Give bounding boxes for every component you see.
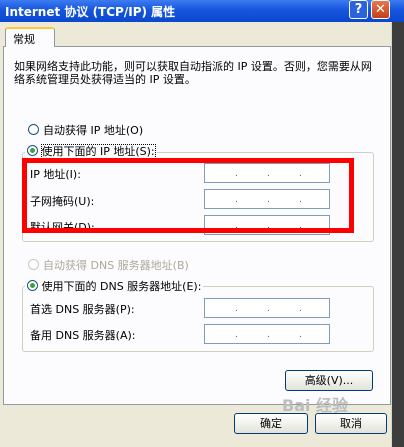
manual-dns-label[interactable]: 使用下面的 DNS 服务器地址(E): [42, 280, 202, 293]
close-button[interactable]: ✕ [371, 0, 390, 19]
manual-ip-legend: 使用下面的 IP 地址(S): [25, 143, 157, 159]
manual-ip-radio[interactable] [27, 145, 38, 156]
manual-dns-radio[interactable] [27, 280, 38, 291]
help-button[interactable]: ? [349, 0, 368, 19]
background-strip [392, 22, 404, 447]
alternate-dns-label: 备用 DNS 服务器(A): [30, 329, 136, 342]
window-title: Internet 协议 (TCP/IP) 属性 [5, 5, 176, 19]
tab-general[interactable]: 常规 [5, 27, 55, 47]
manual-ip-label[interactable]: 使用下面的 IP 地址(S): [40, 144, 156, 159]
tab-general-label: 常规 [13, 33, 35, 46]
highlight-box [22, 158, 354, 233]
auto-dns-radio[interactable] [28, 259, 39, 270]
ok-button[interactable]: 确定 [234, 413, 308, 434]
advanced-button[interactable]: 高级(V)... [285, 370, 373, 391]
manual-dns-legend: 使用下面的 DNS 服务器地址(E): [25, 278, 204, 294]
auto-dns-label[interactable]: 自动获得 DNS 服务器地址(B) [43, 257, 189, 273]
preferred-dns-input[interactable]: ... [204, 298, 330, 318]
preferred-dns-label: 首选 DNS 服务器(P): [30, 303, 135, 316]
description-text: 如果网络支持此功能，则可以获取自动指派的 IP 设置。否则，您需要从网络系统管理… [14, 60, 372, 86]
cancel-button[interactable]: 取消 [315, 413, 387, 434]
watermark: Bai 经验 [282, 396, 349, 415]
auto-ip-radio[interactable] [28, 124, 39, 135]
auto-ip-label[interactable]: 自动获得 IP 地址(O) [43, 122, 143, 138]
alternate-dns-input[interactable]: ... [204, 324, 330, 344]
